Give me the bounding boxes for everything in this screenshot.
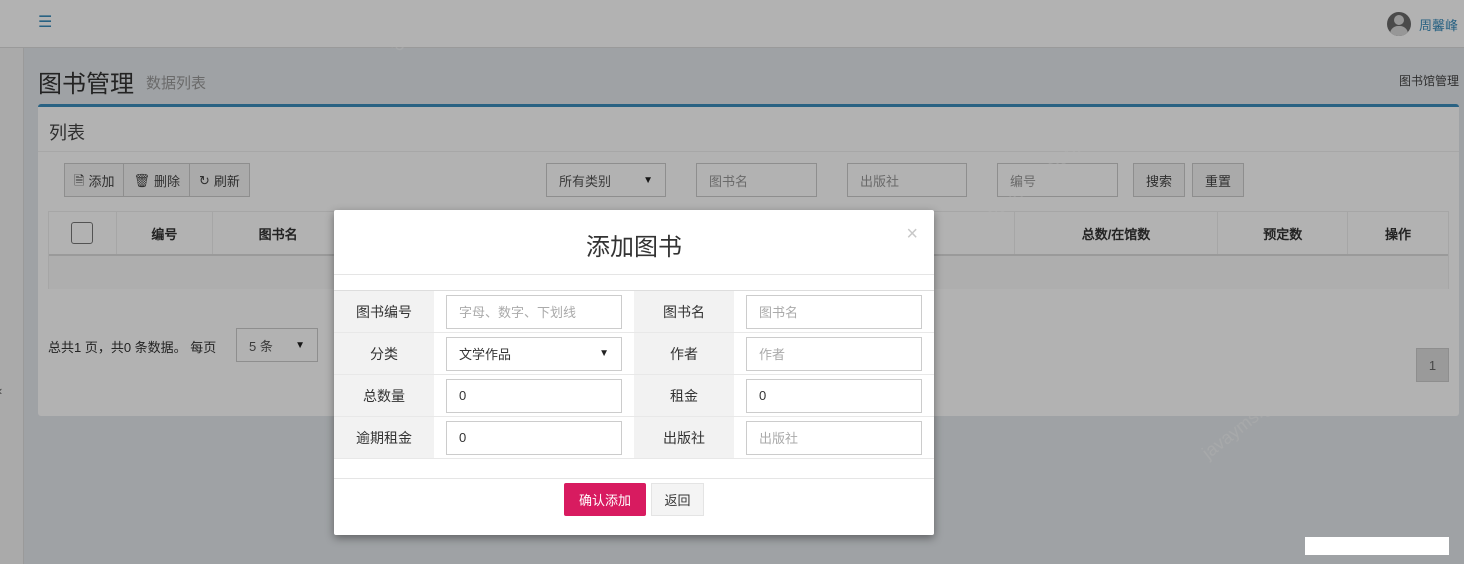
overdue-rent-cell: 0	[434, 417, 634, 458]
publisher-label: 出版社	[634, 417, 734, 458]
total-input[interactable]: 0	[446, 378, 622, 413]
rent-cell: 0	[734, 375, 934, 416]
book-name-cell: 图书名	[734, 291, 934, 332]
form-row: 分类 文学作品 ▼ 作者 作者	[334, 333, 934, 375]
modal-header-divider	[334, 274, 934, 275]
modal-footer-divider	[334, 478, 934, 479]
add-book-form: 图书编号 字母、数字、下划线 图书名 图书名 分类 文学作品 ▼ 作者 作者 总…	[334, 290, 934, 459]
book-code-input[interactable]: 字母、数字、下划线	[446, 294, 622, 329]
category-cell: 文学作品 ▼	[434, 333, 634, 374]
publisher-input[interactable]: 出版社	[746, 420, 922, 455]
confirm-add-button[interactable]: 确认添加	[564, 483, 646, 516]
publisher-cell: 出版社	[734, 417, 934, 458]
category-label: 分类	[334, 333, 434, 374]
total-cell: 0	[434, 375, 634, 416]
bottom-right-bar	[1305, 537, 1449, 555]
author-cell: 作者	[734, 333, 934, 374]
form-row: 逾期租金 0 出版社 出版社	[334, 417, 934, 459]
close-icon[interactable]: ×	[906, 224, 918, 244]
author-label: 作者	[634, 333, 734, 374]
overdue-rent-input[interactable]: 0	[446, 420, 622, 455]
category-select[interactable]: 文学作品 ▼	[446, 336, 622, 371]
form-row: 总数量 0 租金 0	[334, 375, 934, 417]
rent-label: 租金	[634, 375, 734, 416]
book-name-label: 图书名	[634, 291, 734, 332]
form-row: 图书编号 字母、数字、下划线 图书名 图书名	[334, 291, 934, 333]
rent-input[interactable]: 0	[746, 378, 922, 413]
author-input[interactable]: 作者	[746, 336, 922, 371]
back-button[interactable]: 返回	[651, 483, 704, 516]
book-name-input[interactable]: 图书名	[746, 294, 922, 329]
overdue-rent-label: 逾期租金	[334, 417, 434, 458]
modal-title: 添加图书	[586, 234, 682, 261]
category-select-value: 文学作品	[459, 347, 512, 362]
book-code-cell: 字母、数字、下划线	[434, 291, 634, 332]
add-book-modal: 添加图书 × 图书编号 字母、数字、下划线 图书名 图书名 分类 文学作品 ▼ …	[334, 210, 934, 535]
chevron-down-icon: ▼	[599, 348, 609, 359]
book-code-label: 图书编号	[334, 291, 434, 332]
total-label: 总数量	[334, 375, 434, 416]
